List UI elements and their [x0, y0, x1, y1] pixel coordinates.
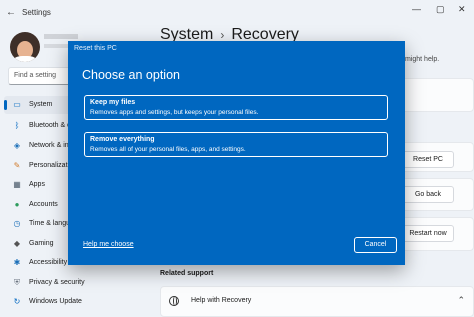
- avatar-shirt: [13, 56, 37, 62]
- breadcrumb-separator: ›: [220, 28, 225, 42]
- apps-icon: ▦: [13, 180, 21, 189]
- help-with-recovery-label: Help with Recovery: [191, 297, 252, 304]
- sidebar-item-windows-update[interactable]: ↻ Windows Update: [4, 293, 82, 311]
- go-back-button[interactable]: Go back: [402, 186, 454, 203]
- close-icon[interactable]: ✕: [458, 4, 466, 15]
- back-arrow-icon[interactable]: ←: [6, 7, 16, 18]
- help-text: might help.: [405, 56, 440, 63]
- reset-pc-dialog: Reset this PC Choose an option Keep my f…: [68, 41, 405, 265]
- remove-everything-option[interactable]: Remove everything Removes all of your pe…: [84, 132, 388, 157]
- app-title: Settings: [22, 8, 51, 17]
- shield-icon: ⛨: [14, 278, 20, 287]
- sidebar-item-label: Windows Update: [29, 298, 82, 305]
- wifi-icon: ◈: [13, 141, 21, 150]
- globe-clock-icon: ◷: [13, 219, 21, 228]
- option-title: Keep my files: [90, 99, 136, 106]
- sidebar-item-label: Accounts: [29, 201, 58, 208]
- sidebar-item-label: Privacy & security: [29, 279, 85, 286]
- sidebar-item-label: Accessibility: [29, 259, 68, 266]
- active-indicator: [4, 100, 7, 110]
- related-support-heading: Related support: [160, 270, 214, 277]
- option-title: Remove everything: [90, 136, 155, 143]
- minimize-icon[interactable]: —: [412, 4, 421, 14]
- brush-icon: ✎: [13, 161, 21, 170]
- chevron-up-icon: ⌃: [457, 295, 465, 305]
- sidebar-item-label: System: [29, 101, 53, 108]
- maximize-icon[interactable]: ▢: [436, 4, 445, 15]
- dialog-heading: Choose an option: [82, 68, 180, 82]
- option-description: Removes all of your personal files, apps…: [90, 146, 246, 153]
- help-with-recovery-item[interactable]: Help with Recovery ⌃: [160, 286, 474, 317]
- globe-icon: [169, 296, 179, 306]
- user-name-redacted: [44, 34, 78, 39]
- avatar[interactable]: [10, 32, 40, 62]
- keep-my-files-option[interactable]: Keep my files Removes apps and settings,…: [84, 95, 388, 120]
- dialog-window-title: Reset this PC: [74, 45, 117, 52]
- help-me-choose-link[interactable]: Help me choose: [83, 241, 134, 248]
- reset-pc-button[interactable]: Reset PC: [402, 151, 454, 168]
- option-description: Removes apps and settings, but keeps you…: [90, 109, 259, 116]
- person-icon: ●: [14, 200, 20, 209]
- gamepad-icon: ◆: [13, 239, 21, 248]
- cancel-button[interactable]: Cancel: [354, 237, 397, 253]
- bluetooth-icon: ᛒ: [14, 121, 20, 130]
- update-icon: ↻: [13, 297, 21, 306]
- sidebar-item-privacy[interactable]: ⛨ Privacy & security: [4, 274, 85, 292]
- restart-now-button[interactable]: Restart now: [402, 225, 454, 242]
- sidebar-item-label: Apps: [29, 181, 45, 188]
- accessibility-icon: ✱: [13, 258, 21, 267]
- system-icon: ▭: [13, 100, 21, 109]
- sidebar-item-label: Gaming: [29, 240, 54, 247]
- title-bar: ← Settings — ▢ ✕: [0, 0, 474, 24]
